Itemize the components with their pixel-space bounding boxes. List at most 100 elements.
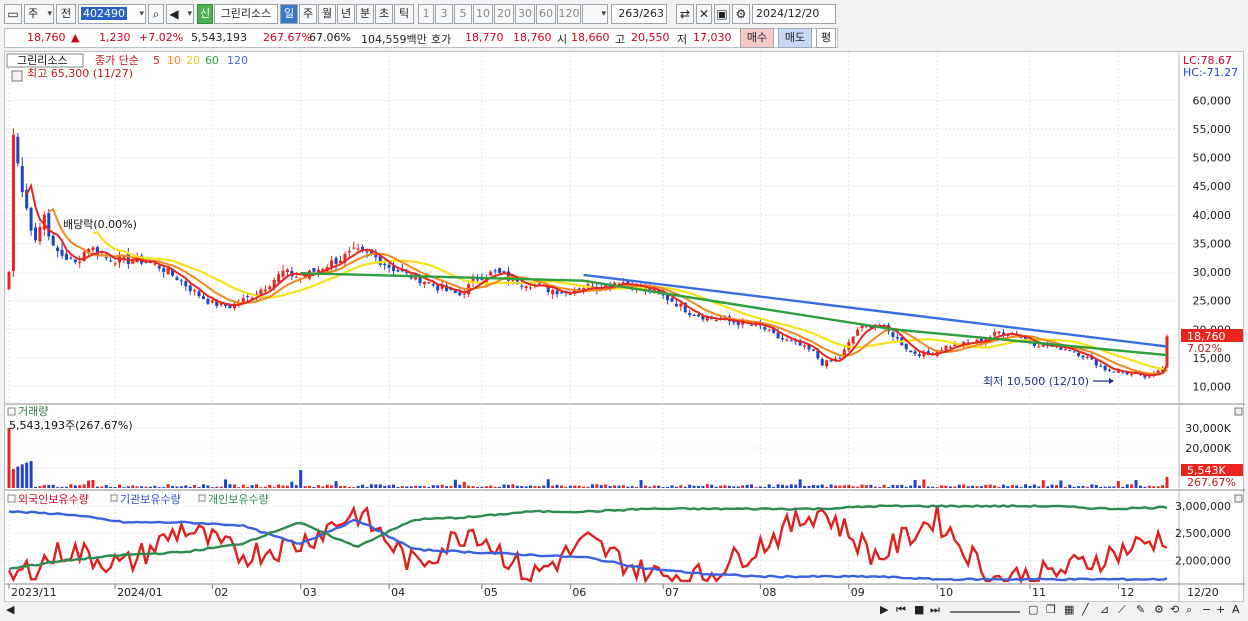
volume-bar — [87, 480, 91, 488]
x-tick-label: 02 — [214, 586, 228, 599]
close-panel-icon[interactable] — [1234, 494, 1243, 503]
interval-120[interactable]: 120 — [557, 4, 581, 24]
stop-icon[interactable]: ■ — [914, 603, 924, 616]
measure-icon[interactable]: ⊿ — [1100, 603, 1109, 616]
volume-bar — [215, 486, 219, 488]
font-size-icon[interactable]: A — [1232, 603, 1240, 616]
interval-20[interactable]: 20 — [494, 4, 514, 24]
interval-select[interactable] — [582, 4, 608, 24]
gear-icon[interactable]: ⚙ — [732, 4, 750, 24]
crosshair-icon[interactable]: ✕ — [696, 4, 712, 24]
compare-icon[interactable]: ⇄ — [676, 4, 694, 24]
rewind-icon[interactable]: ⏮ — [896, 603, 906, 617]
zoom-out-icon[interactable]: − — [1202, 603, 1211, 616]
speaker-icon[interactable]: ◀ — [166, 4, 194, 24]
pen-icon[interactable]: ✎ — [1136, 603, 1145, 616]
interval-10[interactable]: 10 — [473, 4, 493, 24]
volume-bar — [1010, 485, 1014, 488]
volume-bar — [891, 484, 895, 488]
reset-icon[interactable]: ⟲ — [1170, 603, 1179, 616]
volume-bar — [365, 486, 369, 488]
interval-3[interactable]: 3 — [435, 4, 453, 24]
scroll-bar[interactable]: ◀ ▶ ⏮ ■ ⏭ ▢ ❐ ▦ ╱ ⊿ ⟋ ✎ ⚙ ⟲ ⌕ − + A — [4, 601, 1244, 618]
last-price-pct: 7.02% — [1187, 342, 1222, 355]
calendar-icon[interactable] — [11, 70, 23, 82]
avg-button[interactable]: 평 — [816, 28, 836, 48]
volume-panel-menu[interactable] — [7, 407, 16, 416]
close-panel-icon[interactable] — [1234, 407, 1243, 416]
interval-60[interactable]: 60 — [536, 4, 556, 24]
holding-panel-menu[interactable] — [7, 494, 16, 503]
scroll-right-icon[interactable]: ▶ — [880, 603, 888, 616]
buy-button[interactable]: 매수 — [740, 28, 774, 48]
volume-bar — [723, 485, 727, 488]
candle-body — [780, 337, 784, 340]
interval-1[interactable]: 1 — [418, 4, 434, 24]
chart-area[interactable]: 10,00015,00020,00025,00030,00035,00040,0… — [4, 51, 1245, 603]
scroll-left-icon[interactable]: ◀ — [6, 603, 14, 616]
zoom-icon[interactable]: ⌕ — [1186, 603, 1192, 617]
period-month[interactable]: 월 — [318, 4, 336, 24]
period-week[interactable]: 주 — [299, 4, 317, 24]
volume-bar — [1037, 486, 1041, 488]
grid-icon[interactable]: ▦ — [1064, 603, 1074, 616]
layout-icon[interactable]: ▢ — [1028, 603, 1038, 616]
x-tick-label: 03 — [303, 586, 317, 599]
prev-button[interactable]: 전 — [56, 4, 76, 24]
volume-bar — [250, 485, 254, 488]
candle-body — [246, 296, 250, 298]
zoom-slider[interactable] — [950, 603, 1020, 613]
ma-label: 종가 단순 — [95, 54, 139, 67]
copy-icon[interactable]: ❐ — [1046, 603, 1056, 616]
zoom-in-icon[interactable]: + — [1216, 603, 1225, 616]
sell-button[interactable]: 매도 — [778, 28, 812, 48]
volume-bar — [582, 486, 586, 488]
candle-body — [1063, 349, 1067, 351]
quote-row: 18,760 ▲ 1,230 +7.02% 5,543,193 267.67% … — [4, 28, 838, 48]
volume-bar — [1108, 486, 1112, 488]
date-field[interactable]: 2024/12/20 — [752, 4, 836, 24]
volume-bar — [1028, 485, 1032, 488]
candle-body — [383, 263, 387, 266]
volume-bar — [330, 485, 334, 488]
draw-icon[interactable]: ╱ — [1082, 603, 1089, 616]
volume-bar — [1041, 480, 1045, 488]
period-tick[interactable]: 틱 — [394, 4, 414, 24]
line-icon[interactable]: ⟋ — [1118, 603, 1126, 617]
volume-bar — [1059, 480, 1063, 488]
save-icon[interactable]: ▣ — [714, 4, 730, 24]
volume-bar — [100, 486, 104, 488]
period-day[interactable]: 일 — [280, 4, 298, 24]
volume-bar — [732, 486, 736, 488]
settings-small-icon[interactable]: ⚙ — [1154, 603, 1164, 616]
price-tick-label: 50,000 — [1193, 152, 1232, 165]
candle-body — [493, 270, 497, 272]
volume-bar — [599, 485, 603, 488]
market-select[interactable]: 주 — [24, 4, 54, 24]
count-field[interactable]: 263/263 — [611, 4, 667, 24]
volume-bar — [361, 484, 365, 488]
price-tick-label: 55,000 — [1193, 123, 1232, 136]
interval-5[interactable]: 5 — [454, 4, 472, 24]
volume-bar — [157, 487, 161, 488]
volume-bar — [692, 485, 696, 488]
volume-bar — [352, 487, 356, 488]
interval-30[interactable]: 30 — [515, 4, 535, 24]
volume-bar — [140, 486, 144, 488]
code-input[interactable]: 402490 — [78, 4, 146, 24]
period-minute[interactable]: 분 — [356, 4, 374, 24]
volume-bar — [144, 486, 148, 488]
search-icon[interactable]: ⌕ — [148, 4, 164, 24]
forward-icon[interactable]: ⏭ — [930, 603, 940, 617]
volume-bar — [696, 485, 700, 488]
period-year[interactable]: 년 — [337, 4, 355, 24]
volume-bar — [1143, 486, 1147, 488]
volume-bar — [1006, 486, 1010, 488]
volume-bar — [701, 486, 705, 488]
volume-bar — [47, 485, 51, 488]
candle-body — [241, 298, 245, 302]
window-icon[interactable]: ▭ — [4, 4, 22, 24]
period-second[interactable]: 초 — [375, 4, 393, 24]
volume-bar — [542, 485, 546, 488]
candle-body — [436, 285, 440, 291]
